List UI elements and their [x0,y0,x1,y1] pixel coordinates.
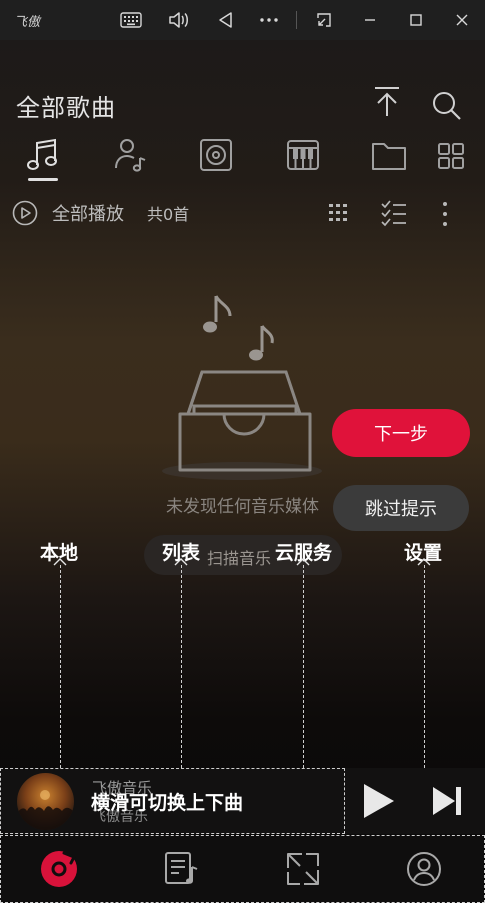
guide-swipe-box [0,768,345,834]
play-icon [364,784,394,818]
folder-icon [372,143,406,170]
multi-select-icon[interactable] [380,199,408,227]
tab-active-indicator [28,178,58,181]
music-note-icon [27,138,57,170]
tab-songs[interactable] [26,137,60,173]
play-all-label: 全部播放 [52,204,124,225]
guide-pointer-carets [53,558,431,566]
artist-icon [115,139,146,172]
overflow-menu-icon[interactable] [437,200,453,228]
volume-icon[interactable] [165,8,191,32]
window-titlebar: 飞傲 [0,0,485,40]
play-all-icon[interactable] [12,200,38,226]
more-icon[interactable] [256,8,282,32]
view-mode-icon[interactable] [327,201,351,225]
tab-genres[interactable] [286,138,320,172]
play-all-button[interactable]: 全部播放 [52,198,124,228]
song-count: 共0首 [147,198,189,228]
grid-icon [438,143,464,169]
tab-artists[interactable] [113,137,149,173]
maximize-icon[interactable] [403,8,429,32]
close-icon[interactable] [449,8,475,32]
empty-box-illustration [150,290,340,485]
upload-icon[interactable] [372,86,402,118]
skip-guide-button[interactable]: 跳过提示 [333,485,469,531]
app-logo: 飞傲 [14,15,41,30]
next-track-button[interactable] [430,785,464,817]
search-icon[interactable] [430,89,462,121]
album-icon [200,139,232,171]
tab-more[interactable] [437,142,465,170]
keyboard-icon[interactable] [118,8,144,32]
next-track-icon [433,787,461,815]
tab-folders[interactable] [371,140,407,172]
play-button[interactable] [360,782,396,820]
piano-icon [287,140,319,170]
minimize-icon[interactable] [357,8,383,32]
screen-capture-icon[interactable] [311,8,337,32]
back-icon[interactable] [212,8,238,32]
tab-albums[interactable] [199,138,233,172]
titlebar-divider [296,11,297,29]
guide-nav-box [0,835,485,903]
next-step-button[interactable]: 下一步 [332,409,470,457]
page-title: 全部歌曲 [16,94,116,122]
song-count-label: 共0首 [147,205,190,224]
